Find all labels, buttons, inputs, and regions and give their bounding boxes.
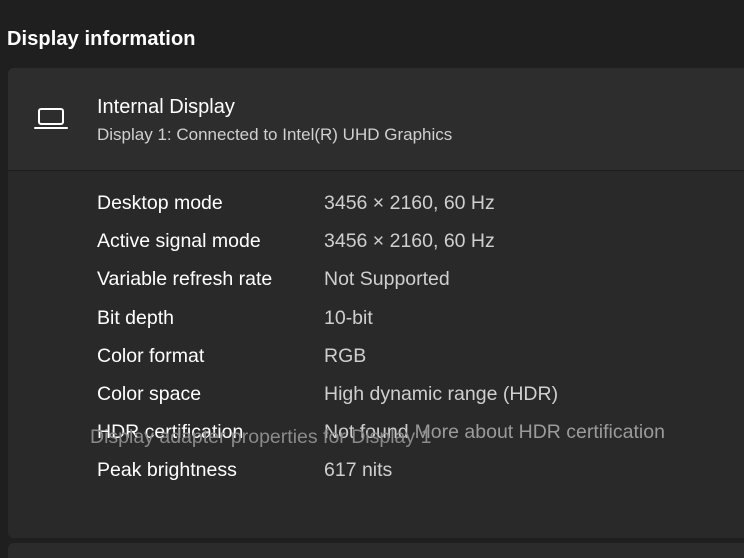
detail-value: RGB: [324, 345, 367, 367]
hdr-certification-link[interactable]: More about HDR certification: [415, 421, 665, 443]
detail-value: 10-bit: [324, 307, 373, 329]
display-adapter-properties-link[interactable]: Display adapter properties for Display 1: [90, 426, 431, 449]
detail-label: Peak brightness: [97, 459, 237, 481]
detail-value: 617 nits: [324, 459, 393, 481]
section-title: Display information: [7, 28, 196, 50]
display-details: Desktop mode 3456 × 2160, 60 Hz Active s…: [8, 171, 744, 538]
detail-label: Variable refresh rate: [97, 268, 273, 290]
display-header: Internal Display Display 1: Connected to…: [8, 68, 744, 171]
detail-value: High dynamic range (HDR): [324, 383, 559, 405]
display-connection: Display 1: Connected to Intel(R) UHD Gra…: [97, 125, 453, 144]
detail-label: Desktop mode: [97, 192, 223, 214]
detail-label: Color format: [97, 345, 205, 367]
detail-label: Color space: [97, 383, 202, 405]
display-info-card: Internal Display Display 1: Connected to…: [8, 68, 744, 538]
detail-value: 3456 × 2160, 60 Hz: [324, 192, 495, 214]
detail-label: Bit depth: [97, 307, 174, 329]
next-card-edge: [8, 543, 744, 558]
display-information-page: Display information Internal Display Dis…: [0, 0, 744, 558]
detail-value: 3456 × 2160, 60 Hz: [324, 230, 495, 252]
laptop-icon: [34, 106, 68, 132]
display-name: Internal Display: [97, 96, 235, 118]
detail-label: Active signal mode: [97, 230, 261, 252]
detail-value: Not Supported: [324, 268, 450, 290]
